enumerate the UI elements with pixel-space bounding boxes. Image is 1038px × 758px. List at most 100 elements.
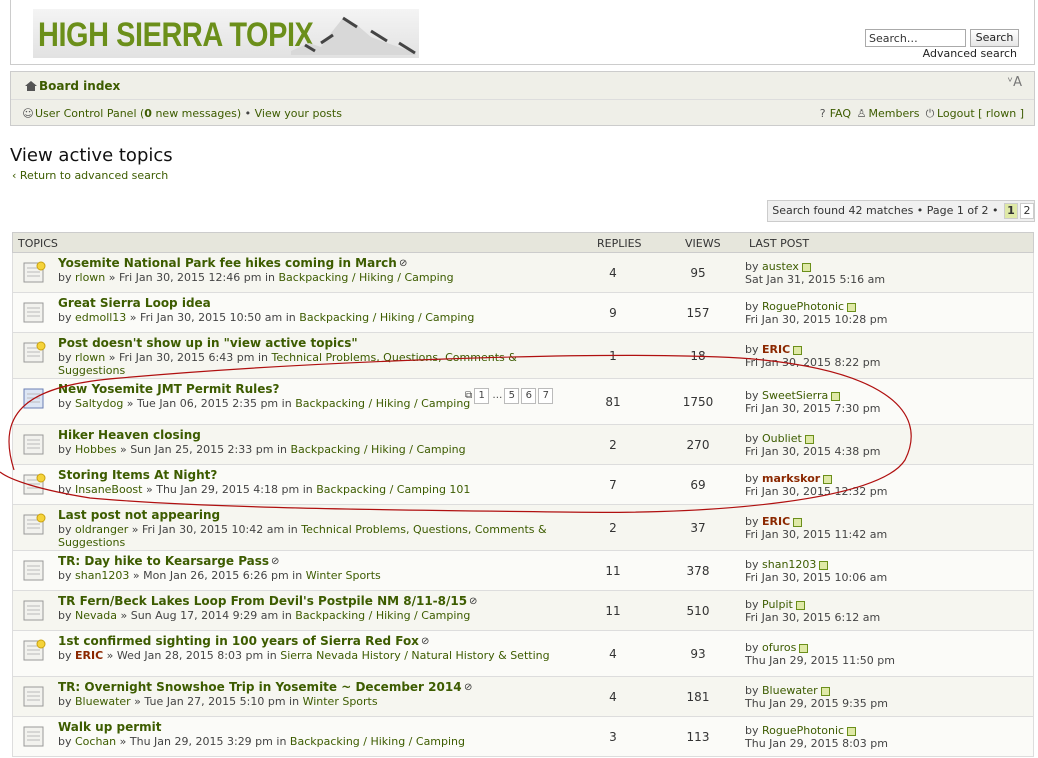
topic-title-link[interactable]: TR: Day hike to Kearsarge Pass bbox=[58, 554, 269, 568]
topic-author-link[interactable]: Saltydog bbox=[75, 397, 123, 410]
topic-title-link[interactable]: 1st confirmed sighting in 100 years of S… bbox=[58, 634, 419, 648]
view-latest-post-icon[interactable] bbox=[795, 600, 805, 610]
page-2-button[interactable]: 2 bbox=[1020, 203, 1034, 219]
last-post-author-link[interactable]: ofuros bbox=[762, 641, 796, 654]
topic-row[interactable]: Hiker Heaven closing by Hobbes » Sun Jan … bbox=[12, 425, 1034, 465]
topic-author-link[interactable]: rlown bbox=[75, 271, 105, 284]
topic-page-button[interactable]: 1 bbox=[474, 388, 490, 404]
forum-link[interactable]: Backpacking / Hiking / Camping bbox=[291, 443, 466, 456]
in-label: in bbox=[278, 397, 296, 410]
topic-row[interactable]: TR: Day hike to Kearsarge Pass ⊘ by shan1… bbox=[12, 551, 1034, 591]
topic-row[interactable]: Great Sierra Loop idea by edmoll13 » Fri … bbox=[12, 293, 1034, 333]
last-post-author-link[interactable]: Oubliet bbox=[762, 432, 802, 445]
topic-title-link[interactable]: Yosemite National Park fee hikes coming … bbox=[58, 256, 397, 270]
topic-author-link[interactable]: Hobbes bbox=[75, 443, 116, 456]
topic-icon bbox=[23, 560, 44, 581]
view-latest-post-icon[interactable] bbox=[820, 686, 830, 696]
topic-row[interactable]: TR Fern/Beck Lakes Loop From Devil's Pos… bbox=[12, 591, 1034, 631]
last-post-author-link[interactable]: RoguePhotonic bbox=[762, 724, 844, 737]
user-control-panel-link[interactable]: User Control Panel (0 new messages) bbox=[35, 107, 241, 120]
topic-title-link[interactable]: Last post not appearing bbox=[58, 508, 220, 522]
forum-link[interactable]: Backpacking / Hiking / Camping bbox=[295, 397, 470, 410]
last-post-author-link[interactable]: Bluewater bbox=[762, 684, 818, 697]
last-post-author-link[interactable]: shan1203 bbox=[762, 558, 816, 571]
topic-row[interactable]: Walk up permit by Cochan » Thu Jan 29, 20… bbox=[12, 717, 1034, 757]
forum-link[interactable]: Backpacking / Camping 101 bbox=[316, 483, 470, 496]
page-1-button[interactable]: 1 bbox=[1004, 203, 1018, 219]
by-label: by bbox=[745, 300, 762, 313]
topic-row[interactable]: Last post not appearing by oldranger » Fr… bbox=[12, 505, 1034, 551]
view-latest-post-icon[interactable] bbox=[819, 560, 829, 570]
topic-row[interactable]: 1st confirmed sighting in 100 years of S… bbox=[12, 631, 1034, 677]
topic-row[interactable]: Storing Items At Night? by InsaneBoost » … bbox=[12, 465, 1034, 505]
faq-link[interactable]: FAQ bbox=[830, 107, 851, 120]
forum-link[interactable]: Backpacking / Hiking / Camping bbox=[278, 271, 453, 284]
board-index-link[interactable]: Board index bbox=[39, 79, 120, 93]
topic-title-link[interactable]: TR: Overnight Snowshoe Trip in Yosemite … bbox=[58, 680, 462, 694]
page-title: View active topics bbox=[10, 145, 173, 166]
topic-icon bbox=[23, 726, 44, 747]
view-latest-post-icon[interactable] bbox=[804, 434, 814, 444]
topic-page-button[interactable]: 7 bbox=[538, 388, 554, 404]
topic-title-link[interactable]: Post doesn't show up in "view active top… bbox=[58, 336, 358, 350]
topic-author-link[interactable]: Cochan bbox=[75, 735, 116, 748]
topic-title-link[interactable]: TR Fern/Beck Lakes Loop From Devil's Pos… bbox=[58, 594, 467, 608]
topic-row[interactable]: New Yosemite JMT Permit Rules? by Saltydo… bbox=[12, 379, 1034, 425]
forum-link[interactable]: Sierra Nevada History / Natural History … bbox=[280, 649, 549, 662]
topic-title-link[interactable]: Hiker Heaven closing bbox=[58, 428, 201, 442]
view-latest-post-icon[interactable] bbox=[847, 726, 857, 736]
last-post-author-link[interactable]: ERIC bbox=[762, 343, 790, 356]
topic-row[interactable]: Yosemite National Park fee hikes coming … bbox=[12, 253, 1034, 293]
last-post-author-link[interactable]: SweetSierra bbox=[762, 389, 828, 402]
paperclip-icon: ⊘ bbox=[469, 596, 478, 607]
view-latest-post-icon[interactable] bbox=[793, 517, 803, 527]
topic-views: 1750 bbox=[682, 395, 714, 409]
view-latest-post-icon[interactable] bbox=[831, 391, 841, 401]
site-logo[interactable]: HIGH SIERRA TOPIX bbox=[33, 9, 419, 58]
view-latest-post-icon[interactable] bbox=[823, 474, 833, 484]
search-button[interactable]: Search bbox=[970, 29, 1019, 47]
topic-page-button[interactable]: 5 bbox=[504, 388, 520, 404]
topic-author-link[interactable]: InsaneBoost bbox=[75, 483, 142, 496]
topic-author-link[interactable]: shan1203 bbox=[75, 569, 129, 582]
forum-link[interactable]: Winter Sports bbox=[303, 695, 378, 708]
last-post: by Bluewater Thu Jan 29, 2015 9:35 pm bbox=[745, 684, 888, 710]
last-post-author-link[interactable]: austex bbox=[762, 260, 799, 273]
forum-link[interactable]: Backpacking / Hiking / Camping bbox=[290, 735, 465, 748]
topic-author-link[interactable]: oldranger bbox=[75, 523, 128, 536]
last-post-author-link[interactable]: ERIC bbox=[762, 515, 790, 528]
return-to-advanced-search-link[interactable]: ‹ Return to advanced search bbox=[12, 169, 168, 182]
topic-author-link[interactable]: ERIC bbox=[75, 649, 103, 662]
advanced-search-link[interactable]: Advanced search bbox=[923, 47, 1017, 60]
topic-title-link[interactable]: Walk up permit bbox=[58, 720, 162, 734]
topic-title-link[interactable]: Storing Items At Night? bbox=[58, 468, 217, 482]
last-post-author-link[interactable]: RoguePhotonic bbox=[762, 300, 844, 313]
view-latest-post-icon[interactable] bbox=[799, 643, 809, 653]
forum-link[interactable]: Backpacking / Hiking / Camping bbox=[295, 609, 470, 622]
topic-views: 95 bbox=[690, 266, 706, 280]
topic-author-link[interactable]: Bluewater bbox=[75, 695, 131, 708]
forum-link[interactable]: Winter Sports bbox=[306, 569, 381, 582]
topic-page-button[interactable]: 6 bbox=[521, 388, 537, 404]
topic-title-link[interactable]: New Yosemite JMT Permit Rules? bbox=[58, 382, 280, 396]
topic-title-link[interactable]: Great Sierra Loop idea bbox=[58, 296, 211, 310]
view-latest-post-icon[interactable] bbox=[847, 302, 857, 312]
view-latest-post-icon[interactable] bbox=[793, 345, 803, 355]
topic-author-link[interactable]: Nevada bbox=[75, 609, 117, 622]
view-latest-post-icon[interactable] bbox=[801, 262, 811, 272]
view-posts-link[interactable]: View your posts bbox=[255, 107, 342, 120]
search-input[interactable] bbox=[865, 29, 966, 47]
by-label: by bbox=[745, 684, 762, 697]
by-label: by bbox=[745, 389, 762, 402]
topic-author-link[interactable]: edmoll13 bbox=[75, 311, 126, 324]
last-post-author-link[interactable]: markskor bbox=[762, 472, 820, 485]
topic-author-link[interactable]: rlown bbox=[75, 351, 105, 364]
last-post-author-link[interactable]: Pulpit bbox=[762, 598, 793, 611]
forum-link[interactable]: Backpacking / Hiking / Camping bbox=[299, 311, 474, 324]
topic-row[interactable]: Post doesn't show up in "view active top… bbox=[12, 333, 1034, 379]
logout-link[interactable]: Logout [ rlown ] bbox=[937, 107, 1024, 120]
members-icon: ♙ bbox=[856, 107, 867, 120]
font-size-icon[interactable]: ᵛA bbox=[1008, 75, 1022, 90]
members-link[interactable]: Members bbox=[869, 107, 920, 120]
topic-row[interactable]: TR: Overnight Snowshoe Trip in Yosemite … bbox=[12, 677, 1034, 717]
